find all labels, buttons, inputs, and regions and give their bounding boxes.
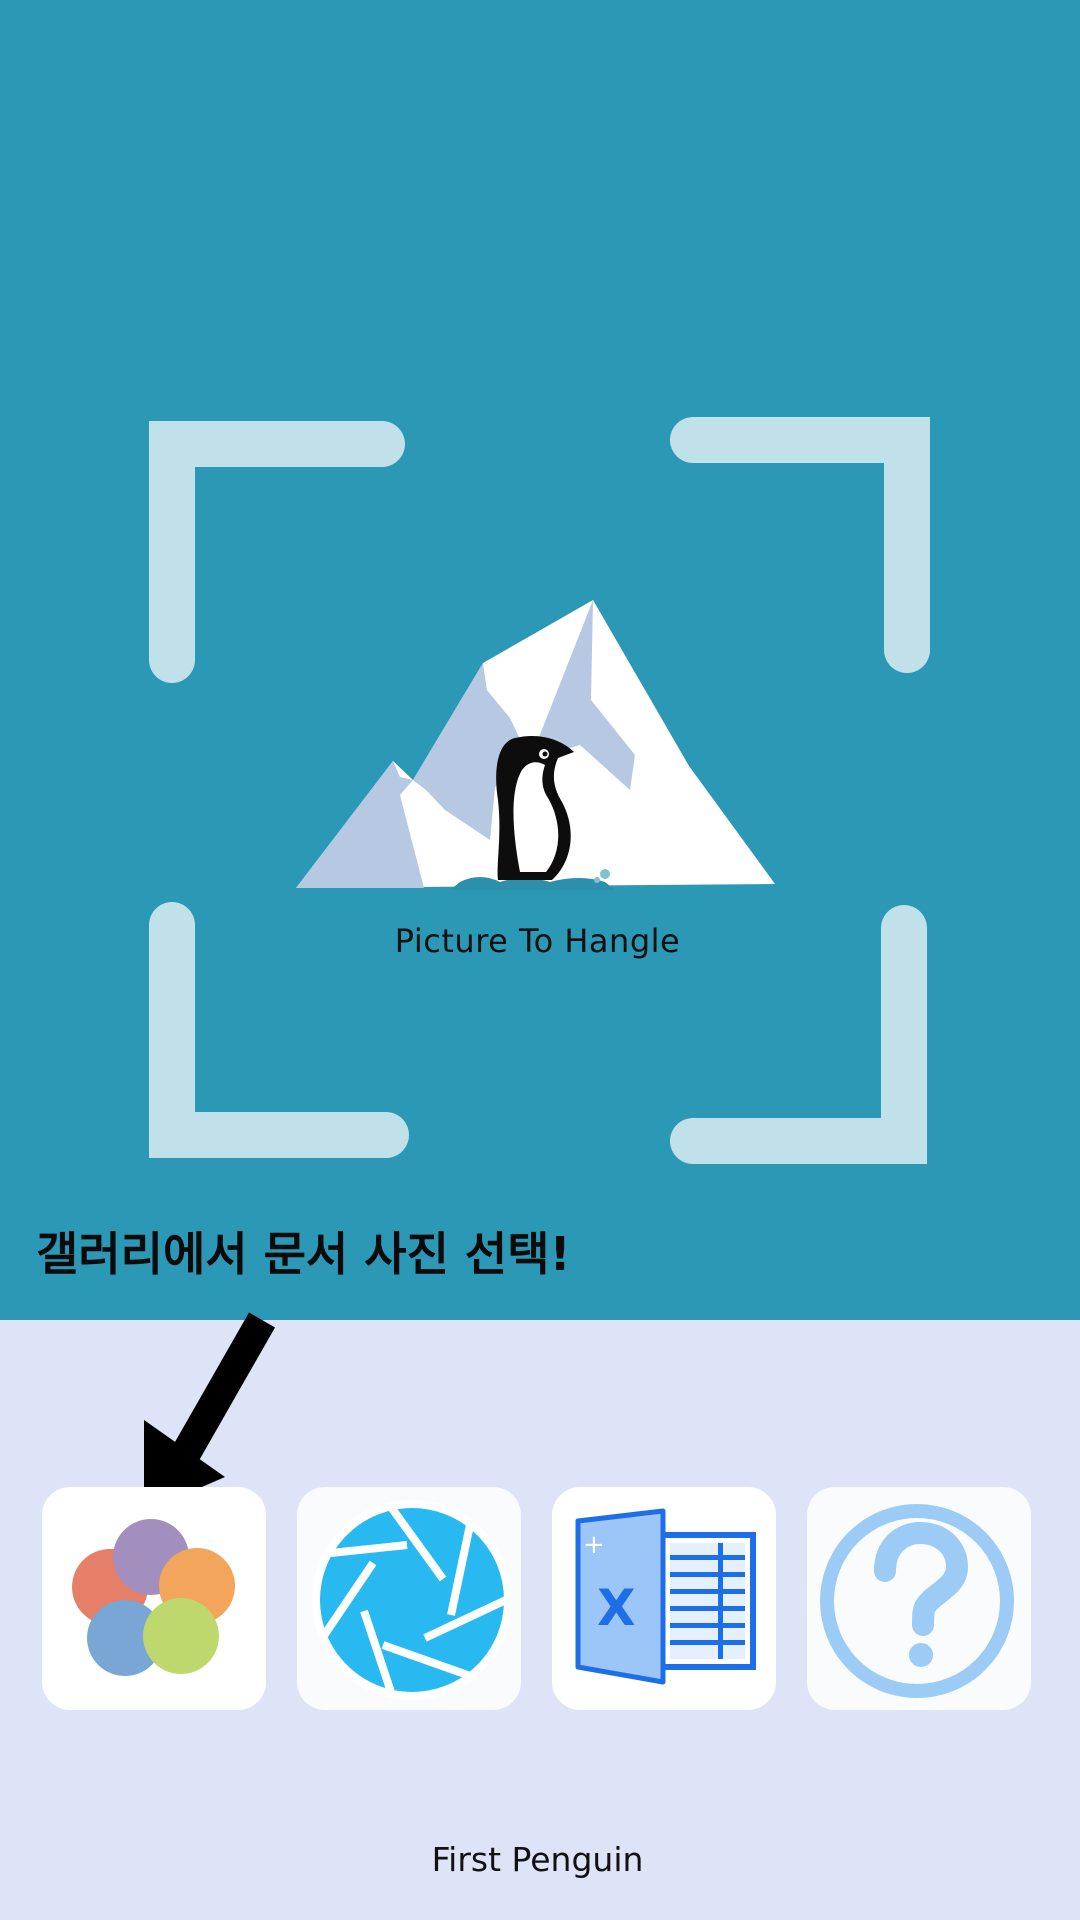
help-button[interactable] [807, 1487, 1031, 1710]
gallery-button[interactable] [42, 1487, 266, 1710]
camera-button[interactable] [297, 1487, 521, 1710]
help-icon [820, 1504, 1014, 1698]
svg-text:+: + [583, 1530, 605, 1560]
excel-export-button[interactable]: X + [552, 1487, 776, 1710]
instruction-text: 갤러리에서 문서 사진 선택! [36, 1227, 571, 1281]
app-title: Picture To Hangle [394, 922, 681, 960]
gallery-icon [72, 1519, 235, 1676]
excel-icon: X + [575, 1508, 756, 1685]
app-logo [296, 600, 775, 890]
svg-text:X: X [597, 1579, 636, 1637]
footer-credit: First Penguin [431, 1840, 644, 1879]
camera-shutter-icon [312, 1500, 512, 1700]
